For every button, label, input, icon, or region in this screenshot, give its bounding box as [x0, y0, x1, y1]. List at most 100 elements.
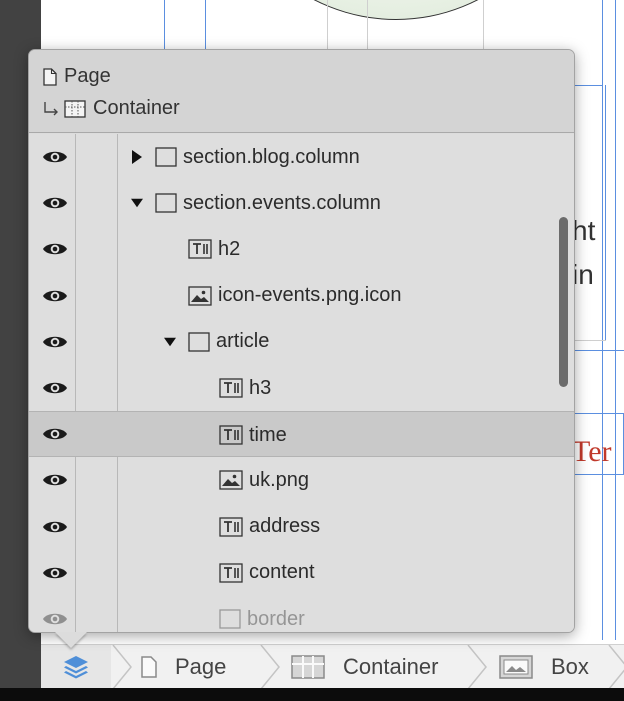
layer-row[interactable]: time — [29, 411, 574, 458]
layer-row[interactable]: uk.png — [29, 457, 574, 503]
layer-node: address — [219, 504, 320, 550]
layer-label: content — [249, 561, 315, 584]
layer-label: section.blog.column — [183, 145, 360, 168]
guide-line — [615, 0, 616, 640]
box-element-icon — [188, 332, 210, 352]
guide-line — [164, 0, 165, 50]
eye-icon[interactable] — [42, 379, 68, 397]
guide-line — [367, 0, 368, 50]
box-element-icon — [155, 147, 177, 167]
hero-image-circle — [221, 0, 571, 20]
image-element-icon — [188, 285, 212, 306]
layer-label: time — [249, 423, 287, 446]
eye-icon[interactable] — [42, 610, 68, 628]
layer-label: h2 — [218, 237, 241, 260]
guide-line — [571, 340, 606, 341]
eye-icon[interactable] — [42, 471, 68, 489]
header-container-label: Container — [93, 97, 180, 119]
canvas-text-fragment: in — [572, 259, 594, 290]
layer-label: border — [247, 607, 305, 630]
breadcrumb-separator — [260, 645, 280, 689]
layer-row[interactable]: section.events.column — [29, 180, 574, 226]
layer-row[interactable]: border — [29, 596, 574, 632]
layer-label: uk.png — [249, 468, 310, 491]
layer-tree-scrollbar[interactable] — [559, 217, 568, 387]
disclosure-expanded-icon[interactable] — [164, 336, 176, 348]
layer-tree: section.blog.column section.events.column… — [29, 134, 574, 632]
guide-line — [605, 85, 606, 340]
layer-row[interactable]: h2 — [29, 226, 574, 272]
disclosure-collapsed-icon[interactable] — [131, 150, 143, 164]
guide-line — [602, 0, 603, 640]
guide-line — [571, 350, 624, 351]
layer-row[interactable]: content — [29, 550, 574, 596]
layer-node: uk.png — [219, 457, 309, 503]
breadcrumb-label: Box — [551, 654, 589, 679]
breadcrumb-separator — [112, 645, 132, 689]
layers-toggle-button[interactable] — [41, 645, 111, 689]
layer-node: content — [219, 550, 315, 596]
eye-icon[interactable] — [42, 194, 68, 212]
layer-label: h3 — [249, 376, 272, 399]
guide-line — [571, 85, 603, 86]
eye-icon[interactable] — [42, 425, 68, 443]
box-element-icon — [155, 193, 177, 213]
layer-label: article — [216, 330, 270, 353]
box-image-icon — [499, 655, 533, 679]
layer-node: section.events.column — [131, 180, 381, 226]
layer-row[interactable]: icon-events.png.icon — [29, 273, 574, 319]
container-icon — [291, 655, 325, 679]
guide-line — [483, 0, 484, 50]
text-element-icon — [219, 378, 243, 398]
layer-node: border — [219, 596, 305, 632]
breadcrumb-label: Container — [343, 654, 439, 679]
text-element-icon — [219, 425, 243, 445]
layers-icon — [64, 656, 88, 679]
layer-row[interactable]: article — [29, 319, 574, 365]
box-element-icon — [219, 609, 241, 629]
breadcrumb-item-container[interactable]: Container — [291, 645, 438, 689]
canvas-text-fragment: Ter — [572, 435, 612, 468]
breadcrumb-label: Page — [175, 654, 227, 679]
eye-icon[interactable] — [42, 518, 68, 536]
layer-label: section.events.column — [183, 191, 381, 214]
text-element-icon — [219, 563, 243, 583]
popover-pointer — [55, 632, 87, 648]
layer-node: time — [219, 412, 287, 458]
disclosure-expanded-icon[interactable] — [131, 197, 143, 209]
layers-popover: Page Container section.blog.column sectio… — [28, 49, 575, 633]
header-container-link[interactable]: Container — [43, 97, 180, 120]
container-icon — [64, 99, 86, 118]
text-element-icon — [219, 516, 243, 537]
eye-icon[interactable] — [42, 333, 68, 351]
guide-line — [571, 413, 624, 414]
guide-line — [571, 474, 624, 475]
page-icon — [43, 67, 57, 86]
layer-node: article — [164, 319, 269, 365]
eye-icon[interactable] — [42, 564, 68, 582]
layer-row[interactable]: address — [29, 504, 574, 550]
breadcrumb-bar: Page Container Box — [41, 644, 624, 689]
layer-node: section.blog.column — [131, 134, 360, 180]
layer-label: icon-events.png.icon — [218, 284, 402, 307]
layer-node: icon-events.png.icon — [188, 273, 401, 319]
layer-label: address — [249, 515, 321, 538]
eye-icon[interactable] — [42, 148, 68, 166]
canvas-text-fragment: ht — [572, 215, 596, 246]
window-bottom-edge — [0, 688, 624, 701]
layer-node: h2 — [188, 226, 240, 272]
breadcrumb-separator — [608, 645, 624, 689]
page-icon — [141, 656, 157, 678]
breadcrumb-separator — [467, 645, 487, 689]
guide-line — [327, 0, 328, 50]
guide-line — [205, 0, 206, 50]
popover-header: Page Container — [29, 50, 574, 133]
eye-icon[interactable] — [42, 287, 68, 305]
layer-row[interactable]: section.blog.column — [29, 134, 574, 180]
breadcrumb-item-box[interactable]: Box — [499, 645, 589, 689]
eye-icon[interactable] — [42, 240, 68, 258]
text-element-icon — [188, 239, 212, 260]
layer-row[interactable]: h3 — [29, 365, 574, 411]
breadcrumb-item-page[interactable]: Page — [141, 645, 226, 689]
header-page-link[interactable]: Page — [43, 65, 111, 88]
